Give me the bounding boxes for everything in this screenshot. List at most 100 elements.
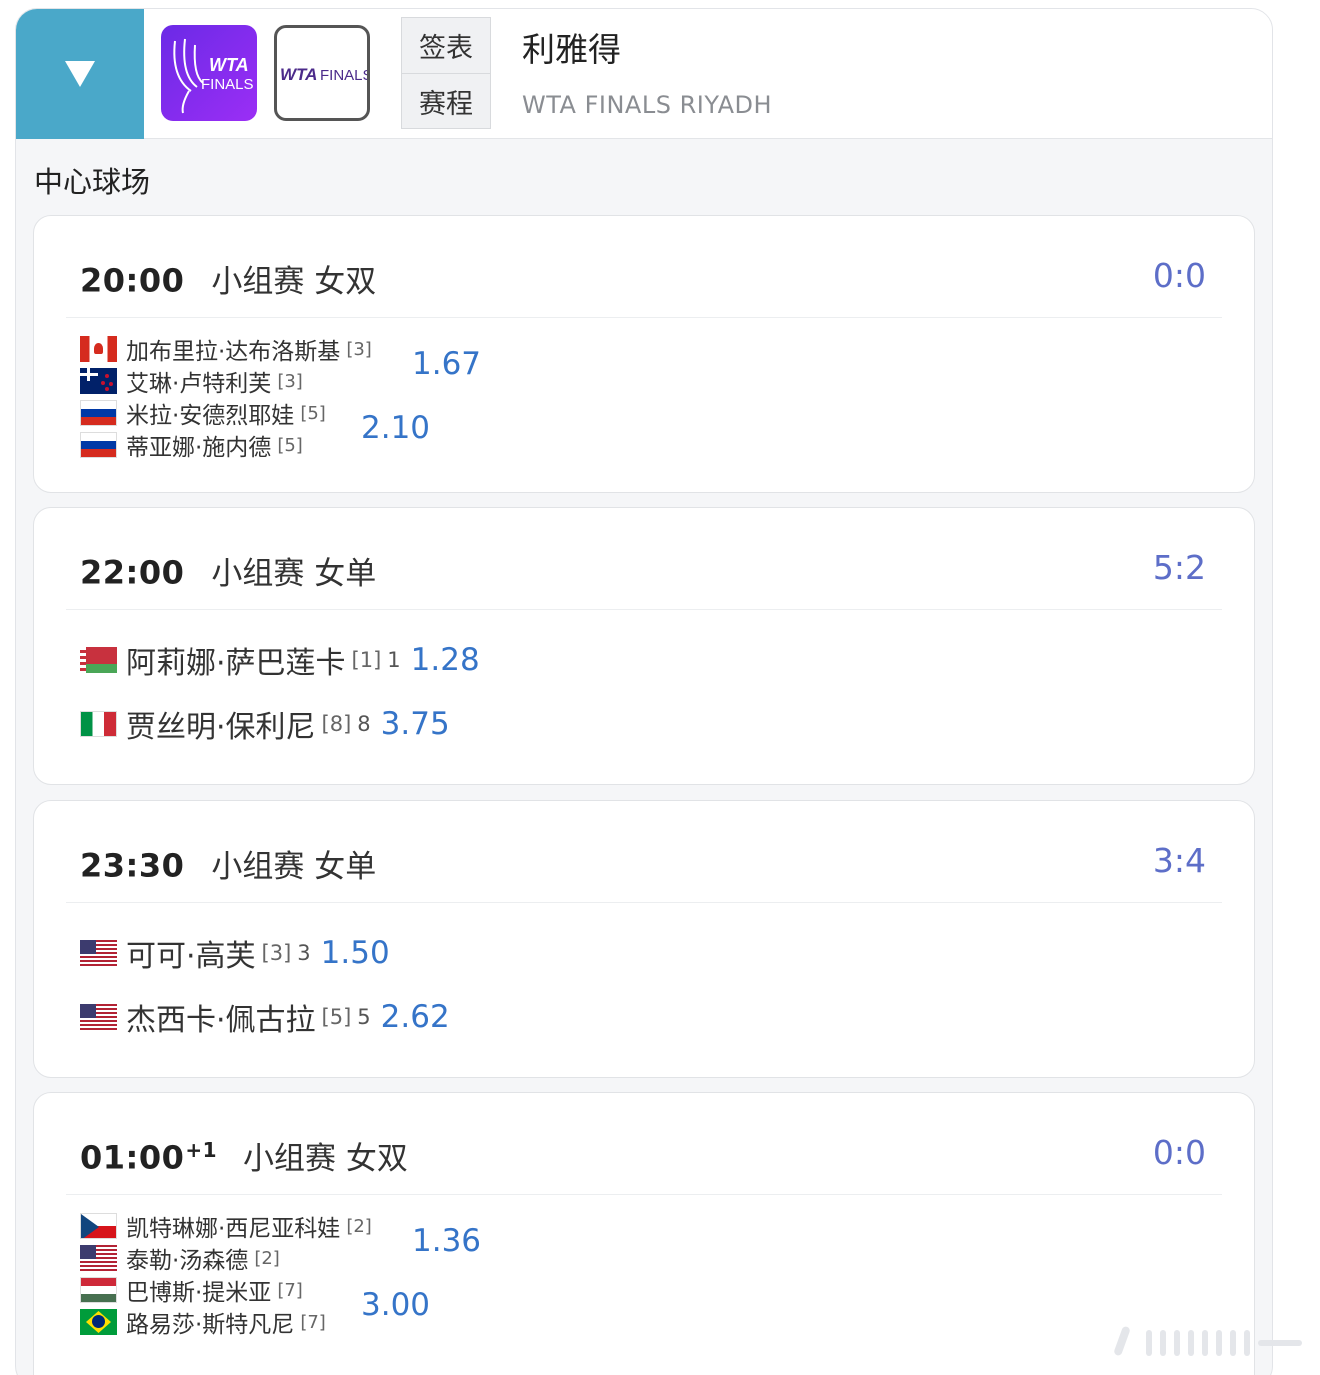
- brazil-flag-icon: [80, 1309, 117, 1335]
- match-round: 小组赛 女双: [243, 1141, 408, 1177]
- match-round: 小组赛 女双: [211, 264, 377, 300]
- logo1-sub: FINALS: [201, 76, 254, 93]
- player-name: 艾琳·卢特利芙: [126, 371, 272, 397]
- tournament-header: WTA FINALS WTA FINALS 签表 赛程 利雅得 WTA FINA…: [16, 9, 1272, 139]
- player-seed: [5]: [321, 1005, 352, 1029]
- player-row[interactable]: 蒂亚娜·施内德 [5]: [80, 428, 303, 462]
- watermark-logo: [1114, 1326, 1302, 1356]
- match-header: 22:00 小组赛 女单: [80, 548, 376, 593]
- player-name: 贾丝明·保利尼: [126, 710, 316, 745]
- player-seed: [8]: [321, 712, 352, 736]
- team1-odds[interactable]: 1.67: [412, 346, 481, 382]
- match-header: 23:30 小组赛 女单: [80, 841, 376, 886]
- match-round: 小组赛 女单: [211, 556, 377, 592]
- match-card[interactable]: 22:00 小组赛 女单 5:2 阿莉娜·萨巴莲卡 [1] 1 1.28 贾丝明…: [33, 507, 1255, 785]
- team2-odds[interactable]: 3.00: [361, 1287, 430, 1323]
- match-header: 20:00 小组赛 女双: [80, 256, 376, 301]
- match-time: 01:00+1: [80, 1138, 218, 1177]
- match-score: 0:0: [1152, 256, 1206, 295]
- match-time: 23:30: [80, 847, 185, 885]
- player-odds[interactable]: 3.75: [381, 706, 450, 742]
- player-rank: 1: [387, 648, 401, 672]
- player-name: 凯特琳娜·西尼亚科娃: [126, 1216, 341, 1242]
- player-row[interactable]: 可可·高芙 [3] 3 1.50: [80, 931, 390, 975]
- match-time: 20:00: [80, 262, 185, 300]
- match-score: 3:4: [1152, 841, 1206, 880]
- usa-flag-icon: [80, 940, 117, 966]
- italy-flag-icon: [80, 711, 117, 737]
- player-name: 可可·高芙: [126, 939, 256, 974]
- player-seed: [7]: [300, 1311, 326, 1333]
- wta-finals-logo-white[interactable]: WTA FINALS: [274, 25, 373, 121]
- new-zealand-flag-icon: [80, 368, 117, 394]
- divider: [66, 609, 1222, 610]
- player-row[interactable]: 加布里拉·达布洛斯基 [3]: [80, 332, 372, 366]
- player-row[interactable]: 米拉·安德烈耶娃 [5]: [80, 396, 326, 430]
- player-row[interactable]: 杰西卡·佩古拉 [5] 5 2.62: [80, 995, 450, 1039]
- schedule-button[interactable]: 赛程: [402, 73, 490, 128]
- logo2-text: WTA: [280, 65, 317, 84]
- court-name: 中心球场: [34, 165, 151, 199]
- player-name: 杰西卡·佩古拉: [126, 1003, 316, 1038]
- divider: [66, 902, 1222, 903]
- match-score: 0:0: [1152, 1133, 1206, 1172]
- match-header: 01:00+1 小组赛 女双: [80, 1133, 408, 1178]
- player-odds[interactable]: 1.50: [321, 935, 390, 971]
- divider: [66, 317, 1222, 318]
- player-seed: [5]: [300, 402, 326, 424]
- nav-stack: 签表 赛程: [401, 17, 491, 129]
- player-seed: [3]: [346, 338, 372, 360]
- triangle-down-icon: [65, 61, 95, 87]
- player-seed: [2]: [346, 1215, 372, 1237]
- player-name: 泰勒·汤森德: [126, 1248, 249, 1274]
- player-seed: [2]: [254, 1247, 280, 1269]
- hungary-flag-icon: [80, 1277, 117, 1303]
- match-card[interactable]: 01:00+1 小组赛 女双 0:0 凯特琳娜·西尼亚科娃 [2] 泰勒·汤森德…: [33, 1092, 1255, 1375]
- player-row[interactable]: 贾丝明·保利尼 [8] 8 3.75: [80, 702, 450, 746]
- match-card[interactable]: 23:30 小组赛 女单 3:4 可可·高芙 [3] 3 1.50 杰西卡·佩古…: [33, 800, 1255, 1078]
- match-time: 22:00: [80, 554, 185, 592]
- player-rank: 5: [357, 1005, 371, 1029]
- tournament-title: 利雅得: [522, 30, 621, 69]
- match-round: 小组赛 女单: [211, 849, 377, 885]
- player-seed: [5]: [277, 434, 303, 456]
- player-seed: [3]: [261, 941, 292, 965]
- player-seed: [7]: [277, 1279, 303, 1301]
- player-name: 阿莉娜·萨巴莲卡: [126, 646, 346, 681]
- match-score: 5:2: [1152, 548, 1206, 587]
- player-seed: [1]: [351, 648, 382, 672]
- player-rank: 8: [357, 712, 371, 736]
- logo1-text: WTA: [209, 55, 249, 75]
- player-row[interactable]: 阿莉娜·萨巴莲卡 [1] 1 1.28: [80, 638, 480, 682]
- player-row[interactable]: 路易莎·斯特凡尼 [7]: [80, 1305, 326, 1339]
- match-card[interactable]: 20:00 小组赛 女双 0:0 加布里拉·达布洛斯基 [3] 艾琳·卢特利芙 …: [33, 215, 1255, 493]
- wta-finals-logo-purple[interactable]: WTA FINALS: [161, 25, 257, 121]
- player-odds[interactable]: 2.62: [381, 999, 450, 1035]
- draw-button[interactable]: 签表: [402, 18, 490, 73]
- player-name: 路易莎·斯特凡尼: [126, 1312, 295, 1338]
- player-row[interactable]: 巴博斯·提米亚 [7]: [80, 1273, 303, 1307]
- player-seed: [3]: [277, 370, 303, 392]
- player-row[interactable]: 泰勒·汤森德 [2]: [80, 1241, 280, 1275]
- player-row[interactable]: 凯特琳娜·西尼亚科娃 [2]: [80, 1209, 372, 1243]
- tournament-subtitle: WTA FINALS RIYADH: [522, 91, 773, 119]
- player-name: 米拉·安德烈耶娃: [126, 403, 295, 429]
- schedule-panel: WTA FINALS WTA FINALS 签表 赛程 利雅得 WTA FINA…: [15, 8, 1273, 1375]
- player-row[interactable]: 艾琳·卢特利芙 [3]: [80, 364, 303, 398]
- usa-flag-icon: [80, 1004, 117, 1030]
- divider: [66, 1194, 1222, 1195]
- dropdown-button[interactable]: [16, 9, 144, 139]
- team2-odds[interactable]: 2.10: [361, 410, 430, 446]
- russia-flag-icon: [80, 432, 117, 458]
- russia-flag-icon: [80, 400, 117, 426]
- belarus-flag-icon: [80, 647, 117, 673]
- canada-flag-icon: [80, 336, 117, 362]
- logo2-sub: FINALS: [320, 67, 367, 84]
- player-name: 加布里拉·达布洛斯基: [126, 339, 341, 365]
- usa-flag-icon: [80, 1245, 117, 1271]
- player-name: 蒂亚娜·施内德: [126, 435, 272, 461]
- team1-odds[interactable]: 1.36: [412, 1223, 481, 1259]
- player-rank: 3: [297, 941, 311, 965]
- czech-flag-icon: [80, 1213, 117, 1239]
- player-odds[interactable]: 1.28: [411, 642, 480, 678]
